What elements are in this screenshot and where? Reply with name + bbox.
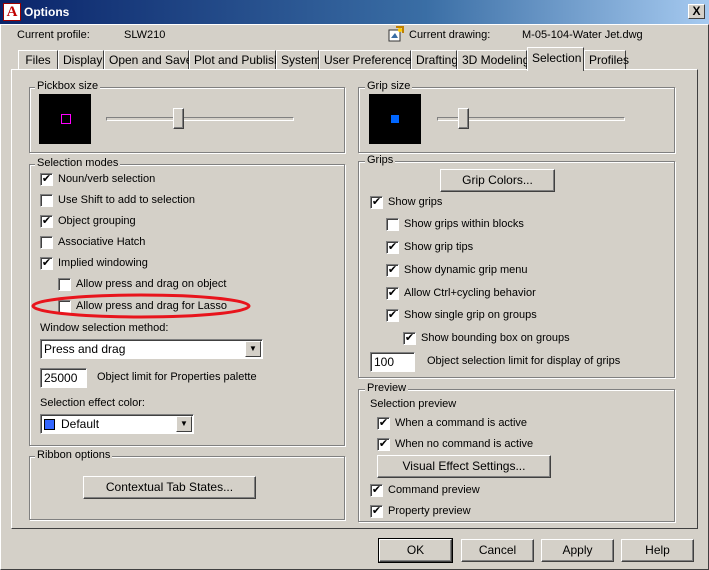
current-profile-value: SLW210	[124, 29, 166, 41]
grip-size-slider-thumb[interactable]	[458, 108, 470, 129]
object-limit-label: Object limit for Properties palette	[97, 371, 257, 383]
selection-effect-color-value: Default	[61, 417, 100, 431]
object-grouping-checkbox[interactable]: ✔	[40, 215, 53, 228]
object-limit-input[interactable]: 25000	[40, 368, 87, 388]
implied-windowing-checkbox[interactable]: ✔	[40, 257, 53, 270]
apply-button[interactable]: Apply	[541, 539, 614, 562]
grip-display-limit-value: 100	[374, 355, 395, 369]
object-grouping-label: Object grouping	[58, 215, 136, 227]
grip-colors-button[interactable]: Grip Colors...	[440, 169, 555, 192]
noun-verb-selection-label: Noun/verb selection	[58, 173, 156, 185]
help-button[interactable]: Help	[621, 539, 694, 562]
command-preview-label: Command preview	[388, 484, 480, 496]
associative-hatch-checkbox[interactable]	[40, 236, 53, 249]
when-no-command-active-label: When no command is active	[395, 438, 534, 450]
tab-display[interactable]: Display	[58, 50, 104, 70]
grips-title: Grips	[365, 154, 396, 166]
when-command-active-checkbox[interactable]: ✔	[377, 417, 390, 430]
tab-system[interactable]: System	[276, 50, 321, 70]
title-bar[interactable]	[0, 0, 709, 24]
window-title: Options	[24, 5, 70, 19]
grip-square	[391, 115, 399, 123]
object-limit-value: 25000	[44, 371, 78, 385]
current-drawing-value: M-05-104-Water Jet.dwg	[522, 29, 643, 41]
property-preview-checkbox[interactable]: ✔	[370, 505, 383, 518]
window-selection-method-value: Press and drag	[44, 342, 126, 356]
tab-files[interactable]: Files	[18, 50, 58, 70]
current-profile-label: Current profile:	[17, 29, 90, 41]
show-dynamic-grip-menu-label: Show dynamic grip menu	[404, 264, 528, 276]
pickbox-slider-thumb[interactable]	[173, 108, 185, 129]
show-grips-within-blocks-label: Show grips within blocks	[404, 218, 524, 230]
show-grips-within-blocks-checkbox[interactable]	[386, 218, 399, 231]
tab-drafting[interactable]: Drafting	[411, 50, 458, 70]
selection-effect-color-dropdown[interactable]: Default	[40, 414, 194, 434]
tab-user-preferences[interactable]: User Preferences	[319, 50, 417, 70]
pickbox-size-title: Pickbox size	[35, 80, 101, 92]
show-grip-tips-label: Show grip tips	[404, 241, 474, 253]
allow-ctrl-cycling-checkbox[interactable]: ✔	[386, 287, 399, 300]
use-shift-checkbox[interactable]	[40, 194, 53, 207]
tab-selection[interactable]: Selection	[527, 47, 584, 71]
show-dynamic-grip-menu-checkbox[interactable]: ✔	[386, 264, 399, 277]
show-single-grip-on-groups-checkbox[interactable]: ✔	[386, 309, 399, 322]
window-selection-method-dropdown[interactable]: Press and drag	[40, 339, 263, 359]
selection-modes-title: Selection modes	[35, 157, 121, 169]
show-grips-label: Show grips	[388, 196, 443, 208]
use-shift-label: Use Shift to add to selection	[58, 194, 195, 206]
grip-size-title: Grip size	[365, 80, 413, 92]
selection-effect-color-arrow[interactable]: ▼	[176, 416, 192, 432]
grip-display-limit-input[interactable]: 100	[370, 352, 415, 372]
when-command-active-label: When a command is active	[395, 417, 528, 429]
close-button[interactable]: X	[688, 4, 705, 19]
pickbox-square	[61, 114, 71, 124]
selection-preview-label: Selection preview	[370, 398, 457, 410]
press-drag-object-label: Allow press and drag on object	[76, 278, 227, 290]
show-single-grip-on-groups-label: Show single grip on groups	[404, 309, 537, 321]
drawing-icon	[388, 26, 404, 42]
ribbon-options-title: Ribbon options	[35, 449, 113, 461]
show-grip-tips-checkbox[interactable]: ✔	[386, 241, 399, 254]
preview-title: Preview	[365, 382, 409, 394]
autocad-app-icon: A	[3, 3, 21, 21]
show-bounding-box-on-groups-checkbox[interactable]: ✔	[403, 332, 416, 345]
tab-open-and-save[interactable]: Open and Save	[104, 50, 192, 70]
pickbox-slider-track[interactable]	[106, 117, 294, 121]
current-drawing-label: Current drawing:	[409, 29, 491, 41]
noun-verb-selection-checkbox[interactable]: ✔	[40, 173, 53, 186]
visual-effect-settings-button[interactable]: Visual Effect Settings...	[377, 455, 551, 478]
tab-plot-and-publish[interactable]: Plot and Publish	[189, 50, 281, 70]
ok-button[interactable]: OK	[378, 538, 453, 563]
contextual-tab-states-button[interactable]: Contextual Tab States...	[83, 476, 256, 499]
show-bounding-box-on-groups-label: Show bounding box on groups	[421, 332, 570, 344]
grip-display-limit-label: Object selection limit for display of gr…	[427, 355, 621, 367]
property-preview-label: Property preview	[388, 505, 471, 517]
press-drag-object-checkbox[interactable]	[58, 278, 71, 291]
show-grips-checkbox[interactable]: ✔	[370, 196, 383, 209]
when-no-command-active-checkbox[interactable]: ✔	[377, 438, 390, 451]
allow-ctrl-cycling-label: Allow Ctrl+cycling behavior	[404, 287, 536, 299]
selection-effect-color-swatch	[44, 419, 55, 430]
tab-3d-modeling[interactable]: 3D Modeling	[457, 50, 529, 70]
associative-hatch-label: Associative Hatch	[58, 236, 146, 248]
command-preview-checkbox[interactable]: ✔	[370, 484, 383, 497]
implied-windowing-label: Implied windowing	[58, 257, 148, 269]
tab-profiles[interactable]: Profiles	[584, 50, 629, 70]
red-highlight-ellipse	[30, 292, 252, 320]
window-selection-method-arrow[interactable]: ▼	[245, 341, 261, 357]
cancel-button[interactable]: Cancel	[461, 539, 534, 562]
window-selection-method-label: Window selection method:	[40, 322, 169, 334]
selection-effect-color-label: Selection effect color:	[40, 397, 145, 409]
